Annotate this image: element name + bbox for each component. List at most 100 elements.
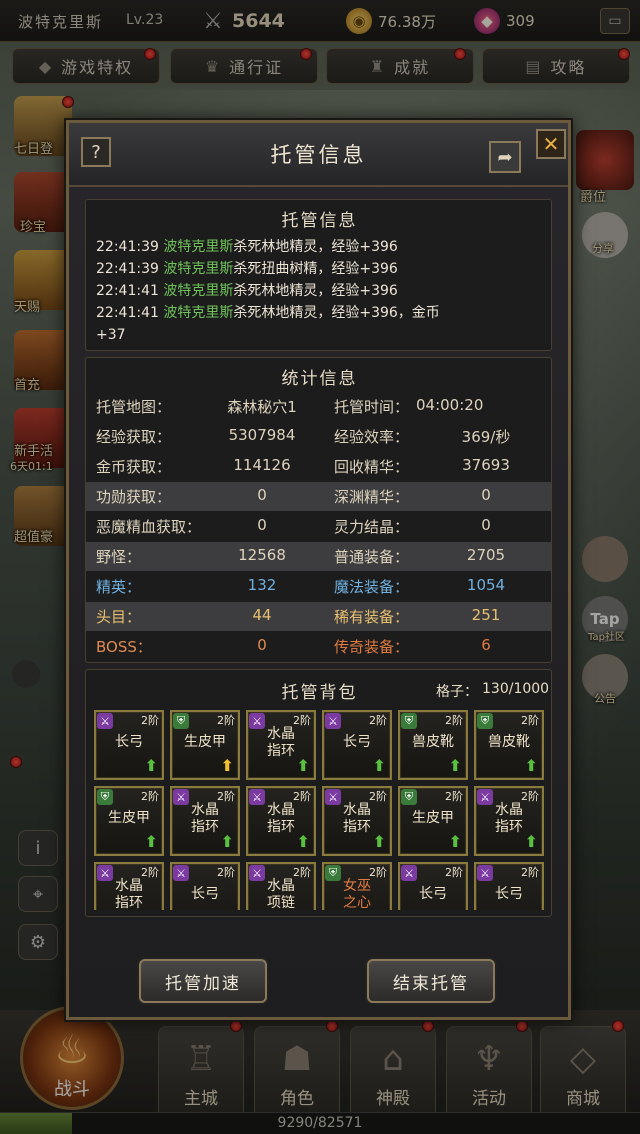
stat-label: 魔法装备： xyxy=(334,578,410,596)
weapon-type-icon: ⚔ xyxy=(477,865,493,881)
stat-label: BOSS： xyxy=(96,638,152,656)
item-tier: 2阶 xyxy=(217,714,235,727)
stat-row: 恶魔精血获取： 0 灵力结晶： 0 xyxy=(86,512,551,541)
item-name: 女巫 之心 xyxy=(343,878,371,910)
stat-value: 0 xyxy=(481,486,491,504)
item-name: 水晶 指环 xyxy=(267,726,295,759)
log-title: 托管信息 xyxy=(281,211,358,231)
end-auto-label: 结束托管 xyxy=(393,973,469,994)
stat-label: 恶魔精血获取： xyxy=(96,518,202,536)
stat-value: 0 xyxy=(257,486,267,504)
log-time: 22:41:41 xyxy=(96,305,159,321)
bag-grid[interactable]: ⚔ 2阶 长弓 ⬆ ⛨ 2阶 生皮甲 ⬆ ⚔ 2阶 水晶 指环 ⬆ ⚔ 2阶 长弓 ⬆ ⛨ 2阶 兽皮靴 ⬆ ⛨ 2阶 兽皮… xyxy=(94,710,546,910)
item-tier: 2阶 xyxy=(445,790,463,803)
item-tier: 2阶 xyxy=(217,866,235,879)
weapon-type-icon: ⚔ xyxy=(97,713,113,729)
bag-item[interactable]: ⛨ 2阶生皮甲 ⬆ xyxy=(398,786,468,856)
upgrade-arrow-icon: ⬆ xyxy=(145,908,158,910)
bag-item[interactable]: ⚔2阶水晶 指环⬆ xyxy=(94,862,164,910)
weapon-type-icon: ⚔ xyxy=(173,865,189,881)
upgrade-arrow-icon: ⬆ xyxy=(448,756,462,775)
log-player: 波特克里斯 xyxy=(163,283,234,299)
item-name: 水晶 指环 xyxy=(191,802,219,835)
stat-label: 野怪： xyxy=(96,548,142,566)
upgrade-arrow-icon: ⬆ xyxy=(220,756,234,775)
item-name: 水晶 指环 xyxy=(495,802,523,835)
log-time: 22:41:39 xyxy=(96,239,159,255)
upgrade-arrow-icon: ⬆ xyxy=(372,832,386,851)
bag-item[interactable]: ⛨ 2阶 生皮甲 ⬆ xyxy=(94,786,164,856)
bag-item[interactable]: ⚔2阶长弓⬆ xyxy=(170,862,240,910)
stat-value: 251 xyxy=(471,606,501,624)
upgrade-arrow-icon: ⬆ xyxy=(524,832,538,851)
item-tier: 2阶 xyxy=(521,714,539,727)
stats-title: 统计信息 xyxy=(281,369,358,389)
upgrade-arrow-icon: ⬆ xyxy=(525,908,538,910)
bag-item[interactable]: ⚔2阶水晶 指环⬆ xyxy=(170,786,240,856)
item-name: 水晶 项链 xyxy=(267,878,295,910)
stat-value: 5307984 xyxy=(228,426,296,444)
upgrade-arrow-icon: ⬆ xyxy=(296,756,310,775)
item-name: 水晶 指环 xyxy=(267,802,295,835)
stat-value: 04:00:20 xyxy=(416,396,484,414)
armor-type-icon: ⛨ xyxy=(401,789,417,805)
upgrade-arrow-icon: ⬆ xyxy=(296,832,310,851)
log-player: 波特克里斯 xyxy=(163,305,234,321)
bag-item[interactable]: ⚔2阶长弓⬆ xyxy=(474,862,544,910)
log-player: 波特克里斯 xyxy=(163,261,234,277)
log-line: 22:41:39 波特克里斯杀死林地精灵，经验+396 xyxy=(96,236,398,258)
item-tier: 2阶 xyxy=(521,866,539,879)
stat-label: 稀有装备： xyxy=(334,608,410,626)
log-time: 22:41:41 xyxy=(96,283,159,299)
log-text: 杀死林地精灵，经验+396，金币 xyxy=(233,305,440,321)
bag-item[interactable]: ⚔2阶水晶 指环⬆ xyxy=(474,786,544,856)
close-button[interactable]: ✕ xyxy=(536,129,566,159)
stat-value: 12568 xyxy=(238,546,286,564)
item-name: 水晶 指环 xyxy=(115,878,143,910)
bag-item[interactable]: ⚔2阶水晶 指环⬆ xyxy=(322,786,392,856)
log-line: 22:41:39 波特克里斯杀死扭曲树精，经验+396 xyxy=(96,258,398,280)
stat-value: 44 xyxy=(252,606,272,624)
item-tier: 2阶 xyxy=(369,714,387,727)
log-player: 波特克里斯 xyxy=(163,239,234,255)
log-line: 22:41:41 波特克里斯杀死林地精灵，经验+396，金币 xyxy=(96,302,440,324)
log-text: 杀死扭曲树精，经验+396 xyxy=(233,261,398,277)
stats-panel: 统计信息 托管地图： 森林秘穴1 托管时间： 04:00:20 经验获取： 5307984… xyxy=(85,357,552,663)
bag-item[interactable]: ⚔2阶水晶 指环⬆ xyxy=(246,710,316,780)
bag-item[interactable]: ⛨2阶女巫 之心⬆ xyxy=(322,862,392,910)
stat-value: 369/秒 xyxy=(461,428,511,446)
stat-label: 托管时间： xyxy=(334,398,410,416)
stat-row: 金币获取： 114126 回收精华： 37693 xyxy=(86,452,551,481)
bag-item[interactable]: ⛨ 2阶生皮甲 ⬆ xyxy=(170,710,240,780)
bag-item[interactable]: ⚔2阶水晶 指环⬆ xyxy=(246,786,316,856)
end-auto-button[interactable]: 结束托管 xyxy=(367,959,495,1003)
weapon-type-icon: ⚔ xyxy=(401,865,417,881)
stat-value: 6 xyxy=(481,636,491,654)
log-overflow: +37 xyxy=(96,327,126,343)
item-name: 长弓 xyxy=(419,886,447,902)
stat-row: 托管地图： 森林秘穴1 托管时间： 04:00:20 xyxy=(86,392,551,421)
bag-item[interactable]: ⚔2阶水晶 项链⬆ xyxy=(246,862,316,910)
speedup-button[interactable]: 托管加速 xyxy=(139,959,267,1003)
bag-item[interactable]: ⚔2阶长弓⬆ xyxy=(94,710,164,780)
stat-row: 头目： 44 稀有装备： 251 xyxy=(86,602,551,631)
bag-item[interactable]: ⛨ 2阶 兽皮靴 ⬆ xyxy=(398,710,468,780)
bag-item[interactable]: ⚔2阶长弓⬆ xyxy=(322,710,392,780)
stat-value: 0 xyxy=(257,636,267,654)
bag-item[interactable]: ⚔ 2阶长弓 ⬆ xyxy=(398,862,468,910)
share-button[interactable]: ➦ xyxy=(489,141,521,173)
item-name: 兽皮靴 xyxy=(412,734,454,750)
upgrade-arrow-icon: ⬆ xyxy=(221,908,234,910)
item-name: 生皮甲 xyxy=(412,810,454,826)
upgrade-arrow-icon: ⬆ xyxy=(448,832,462,851)
upgrade-arrow-icon: ⬆ xyxy=(449,908,462,910)
item-name: 长弓 xyxy=(115,734,143,750)
armor-type-icon: ⛨ xyxy=(173,713,189,729)
item-tier: 2阶 xyxy=(445,866,463,879)
bag-item[interactable]: ⛨ 2阶 兽皮靴 ⬆ xyxy=(474,710,544,780)
upgrade-arrow-icon: ⬆ xyxy=(144,756,158,775)
stat-label: 灵力结晶： xyxy=(334,518,410,536)
stat-value: 0 xyxy=(481,516,491,534)
item-name: 生皮甲 xyxy=(184,734,226,750)
stat-label: 托管地图： xyxy=(96,398,172,416)
